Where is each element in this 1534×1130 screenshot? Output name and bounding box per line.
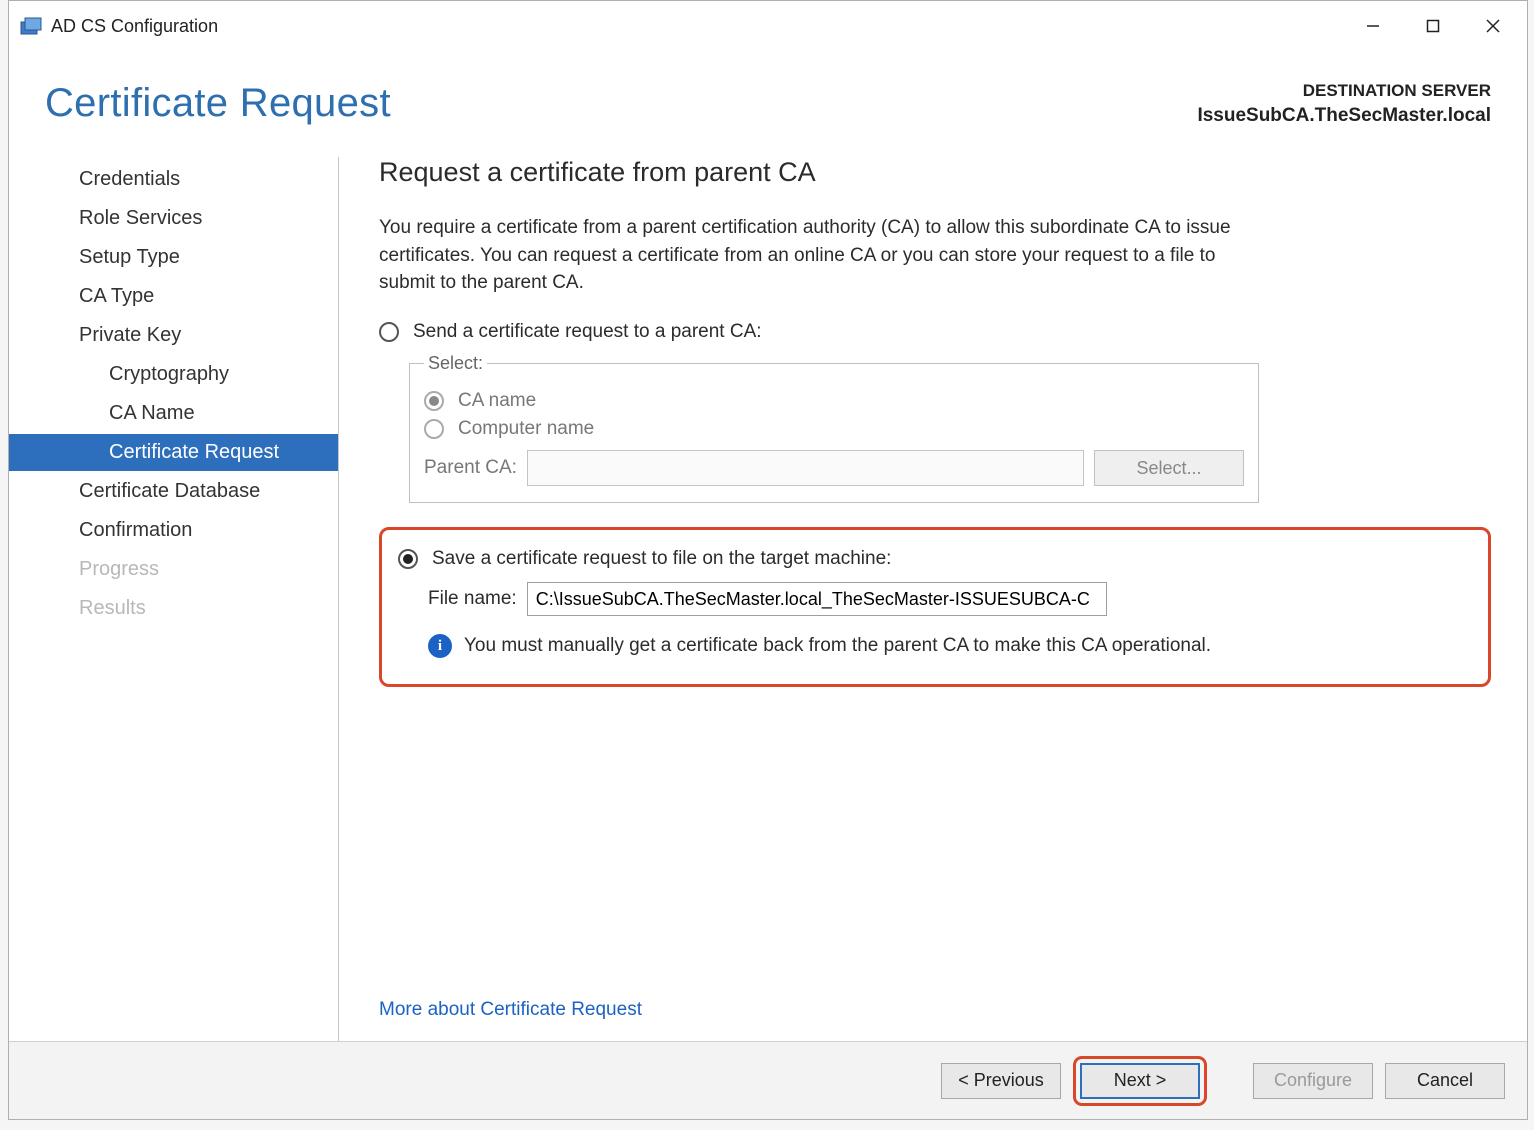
adcs-config-window: AD CS Configuration Certificate Request … [8,0,1528,1120]
sidebar-item-progress: Progress [9,551,338,588]
wizard-sidebar: Credentials Role Services Setup Type CA … [9,157,339,1041]
highlight-save-section: Save a certificate request to file on th… [379,527,1491,687]
close-button[interactable] [1463,1,1523,51]
sidebar-item-certificate-database[interactable]: Certificate Database [9,473,338,510]
sidebar-item-confirmation[interactable]: Confirmation [9,512,338,549]
footer: < Previous Next > Configure Cancel [9,1041,1527,1119]
option-send-label: Send a certificate request to a parent C… [413,321,762,343]
page-title: Certificate Request [45,81,391,126]
info-text: You must manually get a certificate back… [464,635,1211,657]
suboption-ca-name-label: CA name [458,390,536,412]
radio-icon [424,419,444,439]
sidebar-item-certificate-request[interactable]: Certificate Request [9,434,338,471]
sidebar-item-setup-type[interactable]: Setup Type [9,239,338,276]
minimize-button[interactable] [1343,1,1403,51]
cancel-button[interactable]: Cancel [1385,1063,1505,1099]
sidebar-item-private-key[interactable]: Private Key [9,317,338,354]
next-button[interactable]: Next > [1080,1063,1200,1099]
main-panel: Request a certificate from parent CA You… [339,157,1491,1041]
select-group: Select: CA name Computer name Parent CA:… [409,353,1259,503]
option-save-request[interactable]: Save a certificate request to file on th… [398,548,1472,570]
sidebar-item-cryptography[interactable]: Cryptography [9,356,338,393]
sidebar-item-role-services[interactable]: Role Services [9,200,338,237]
info-icon: i [428,634,452,658]
configure-button: Configure [1253,1063,1373,1099]
suboption-ca-name: CA name [424,390,1244,412]
option-save-label: Save a certificate request to file on th… [432,548,891,570]
destination-server: IssueSubCA.TheSecMaster.local [1197,105,1491,127]
sidebar-item-ca-name[interactable]: CA Name [9,395,338,432]
previous-button[interactable]: < Previous [941,1063,1061,1099]
more-about-link[interactable]: More about Certificate Request [379,959,1491,1041]
header: Certificate Request DESTINATION SERVER I… [9,51,1527,139]
select-legend: Select: [424,353,487,374]
next-highlight: Next > [1073,1056,1207,1106]
main-heading: Request a certificate from parent CA [379,157,1491,188]
maximize-button[interactable] [1403,1,1463,51]
parent-ca-label: Parent CA: [424,457,517,479]
option-send-request[interactable]: Send a certificate request to a parent C… [379,321,1491,343]
sidebar-item-ca-type[interactable]: CA Type [9,278,338,315]
radio-icon [424,391,444,411]
destination-block: DESTINATION SERVER IssueSubCA.TheSecMast… [1197,81,1491,127]
sidebar-item-results: Results [9,590,338,627]
suboption-computer-name-label: Computer name [458,418,594,440]
sidebar-item-credentials[interactable]: Credentials [9,161,338,198]
radio-icon [379,322,399,342]
file-name-input[interactable] [527,582,1107,616]
titlebar: AD CS Configuration [9,1,1527,51]
app-title: AD CS Configuration [51,16,218,37]
parent-ca-input [527,450,1084,486]
radio-icon [398,549,418,569]
intro-text: You require a certificate from a parent … [379,214,1259,297]
parent-ca-select-button: Select... [1094,450,1244,486]
file-name-label: File name: [428,588,517,610]
suboption-computer-name: Computer name [424,418,1244,440]
app-icon [19,16,43,36]
destination-label: DESTINATION SERVER [1197,81,1491,101]
